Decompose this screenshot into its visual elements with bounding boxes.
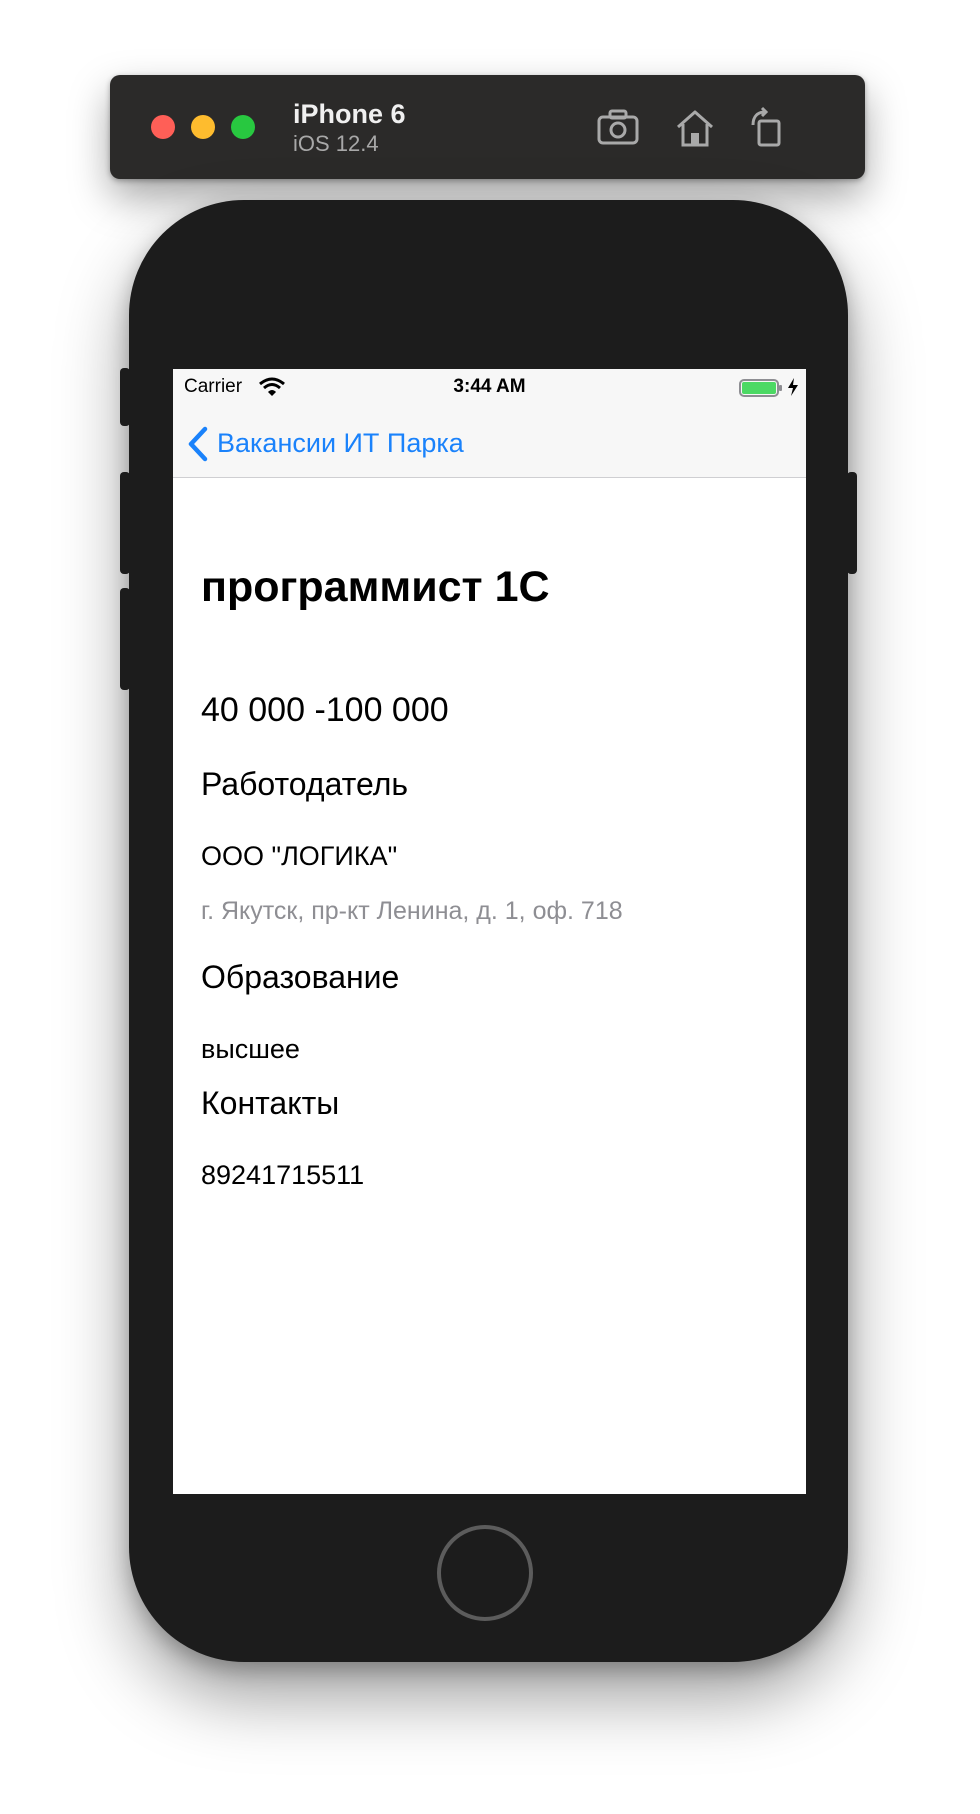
charging-icon bbox=[788, 378, 798, 396]
os-version: iOS 12.4 bbox=[293, 131, 379, 156]
contacts-phone[interactable]: 89241715511 bbox=[201, 1160, 364, 1191]
rotate-icon bbox=[751, 106, 781, 147]
education-value: высшее bbox=[201, 1034, 300, 1064]
battery-icon bbox=[739, 379, 782, 397]
rotate-button[interactable] bbox=[745, 105, 791, 151]
zoom-window-button[interactable] bbox=[231, 115, 255, 139]
minimize-window-button[interactable] bbox=[191, 115, 215, 139]
screenshot-icon bbox=[597, 109, 639, 145]
employer-name: ООО "ЛОГИКА" bbox=[201, 841, 398, 871]
status-time: 3:44 AM bbox=[453, 376, 526, 397]
back-button-label: Вакансии ИТ Парка bbox=[217, 428, 464, 458]
phone-screen: Carrier 3:44 AM Вакансии ИТ Парка програ… bbox=[173, 369, 806, 1494]
device-name: iPhone 6 bbox=[293, 99, 406, 129]
contacts-heading: Контакты bbox=[201, 1085, 340, 1121]
close-window-button[interactable] bbox=[151, 115, 175, 139]
employer-heading: Работодатель bbox=[201, 766, 409, 802]
home-button[interactable] bbox=[437, 1525, 533, 1621]
vacancy-title: программист 1С bbox=[201, 563, 550, 611]
mute-switch bbox=[120, 368, 130, 426]
volume-up-button bbox=[120, 472, 130, 574]
education-heading: Образование bbox=[201, 959, 400, 995]
back-chevron-icon bbox=[188, 426, 208, 462]
power-button bbox=[847, 472, 857, 574]
status-bar: Carrier 3:44 AM bbox=[173, 369, 806, 409]
employer-address: г. Якутск, пр-кт Ленина, д. 1, оф. 718 bbox=[201, 897, 623, 925]
salary-range: 40 000 -100 000 bbox=[201, 691, 449, 729]
home-icon bbox=[677, 110, 713, 147]
volume-down-button bbox=[120, 588, 130, 690]
navigation-bar: Вакансии ИТ Парка bbox=[173, 409, 806, 478]
home-tool-button[interactable] bbox=[672, 105, 718, 151]
simulator-title-bar: iPhone 6 iOS 12.4 bbox=[110, 75, 865, 179]
screenshot-button[interactable] bbox=[595, 105, 641, 151]
